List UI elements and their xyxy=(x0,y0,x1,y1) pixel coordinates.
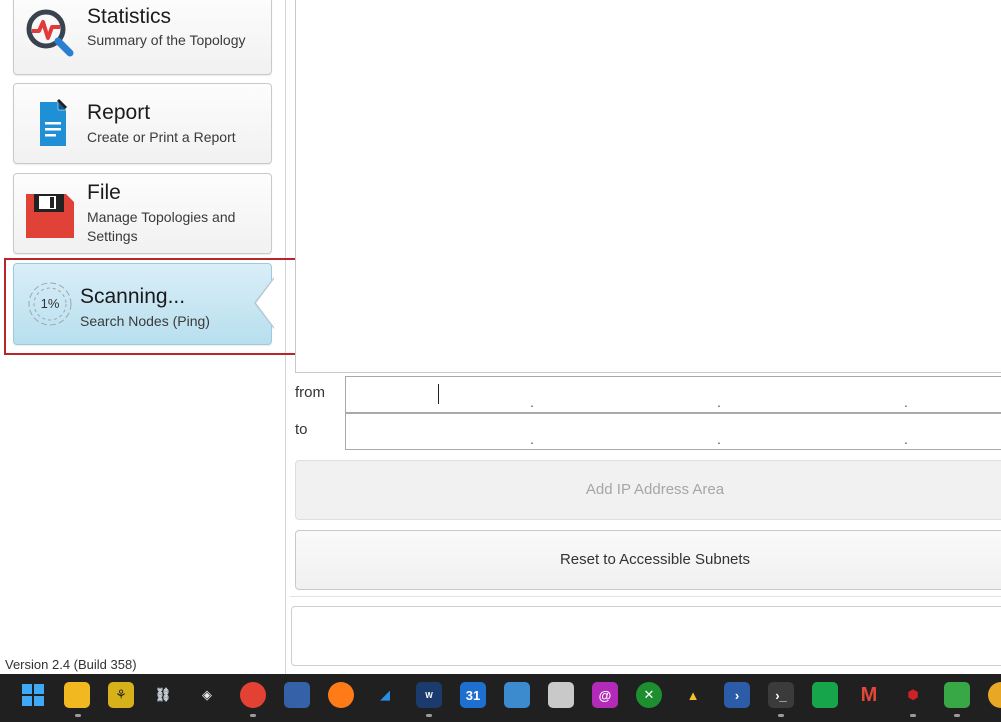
nav-card-title: Scanning... xyxy=(80,285,186,308)
nav-card-title: File xyxy=(87,181,121,204)
reset-subnets-button[interactable]: Reset to Accessible Subnets xyxy=(295,530,1001,590)
active-pointer-fill xyxy=(256,279,274,327)
file-explorer-icon[interactable] xyxy=(64,682,90,708)
from-ip-field[interactable]: . . . xyxy=(345,376,1001,413)
file-floppy-icon xyxy=(24,188,76,240)
chat-icon[interactable] xyxy=(812,682,838,708)
works-icon[interactable]: W xyxy=(416,682,442,708)
ip-separator: . xyxy=(717,431,721,447)
remote-desktop-icon[interactable] xyxy=(504,682,530,708)
app-icon[interactable]: ⚘ xyxy=(108,682,134,708)
windows-start-icon[interactable] xyxy=(20,682,46,708)
calendar-icon[interactable]: 31 xyxy=(460,682,486,708)
sidebar: Statistics Summary of the Topology Repor… xyxy=(0,0,286,674)
cube-icon[interactable]: ⬢ xyxy=(900,682,926,708)
nav-card-subtitle: Summary of the Topology xyxy=(87,32,246,48)
statistics-icon xyxy=(24,7,76,59)
running-indicator xyxy=(75,714,81,717)
running-indicator xyxy=(954,714,960,717)
nav-card-title: Statistics xyxy=(87,5,172,28)
xbox-icon[interactable]: ✕ xyxy=(636,682,662,708)
network-tool-icon[interactable] xyxy=(284,682,310,708)
firefox-icon[interactable] xyxy=(328,682,354,708)
nav-card-report[interactable]: Report Create or Print a Report xyxy=(13,83,272,164)
network-icon[interactable]: ⛓ xyxy=(150,682,176,708)
nav-card-title: Report xyxy=(87,101,151,124)
terminal-app-icon[interactable] xyxy=(548,682,574,708)
google-drive-icon[interactable]: ▲ xyxy=(680,682,706,708)
ip-separator: . xyxy=(904,431,908,447)
gmail-icon[interactable]: M xyxy=(856,682,882,708)
nav-card-scanning[interactable]: 1% Scanning... Search Nodes (Ping) xyxy=(13,263,272,345)
status-panel xyxy=(291,606,1001,666)
topology-canvas[interactable] xyxy=(295,0,1001,373)
chrome-icon[interactable] xyxy=(988,682,1001,708)
terminal-icon[interactable]: ›_ xyxy=(768,682,794,708)
nav-card-file[interactable]: File Manage Topologies and Settings xyxy=(13,173,272,254)
at-icon[interactable]: @ xyxy=(592,682,618,708)
ip-separator: . xyxy=(904,394,908,410)
text-caret xyxy=(438,384,439,404)
ip-separator: . xyxy=(530,431,534,447)
progress-percent: 1% xyxy=(40,296,60,311)
wireshark-icon[interactable]: ◢ xyxy=(372,682,398,708)
chrome-profile-icon[interactable] xyxy=(240,682,266,708)
virtualbox-icon[interactable]: ◈ xyxy=(194,682,220,708)
version-label: Version 2.4 (Build 358) xyxy=(5,657,137,672)
ip-separator: . xyxy=(717,394,721,410)
ip-separator: . xyxy=(530,394,534,410)
running-indicator xyxy=(250,714,256,717)
from-label: from xyxy=(295,384,325,401)
nav-card-subtitle: Manage Topologies and Settings xyxy=(87,209,236,244)
running-indicator xyxy=(910,714,916,717)
taskbar: ⚘ ⛓ ◈ ◢ W 31 @ ✕ ▲ › ›_ M ⬢ xyxy=(0,674,1001,722)
nav-card-subtitle: Create or Print a Report xyxy=(87,129,236,145)
nav-card-subtitle: Search Nodes (Ping) xyxy=(80,313,210,329)
add-ip-area-button[interactable]: Add IP Address Area xyxy=(295,460,1001,520)
nav-card-statistics[interactable]: Statistics Summary of the Topology xyxy=(13,0,272,75)
running-indicator xyxy=(426,714,432,717)
app-green-icon[interactable] xyxy=(944,682,970,708)
powershell-icon[interactable]: › xyxy=(724,682,750,708)
to-ip-field[interactable]: . . . xyxy=(345,413,1001,450)
divider xyxy=(290,596,1001,597)
running-indicator xyxy=(778,714,784,717)
to-label: to xyxy=(295,421,308,438)
report-icon xyxy=(24,98,76,150)
